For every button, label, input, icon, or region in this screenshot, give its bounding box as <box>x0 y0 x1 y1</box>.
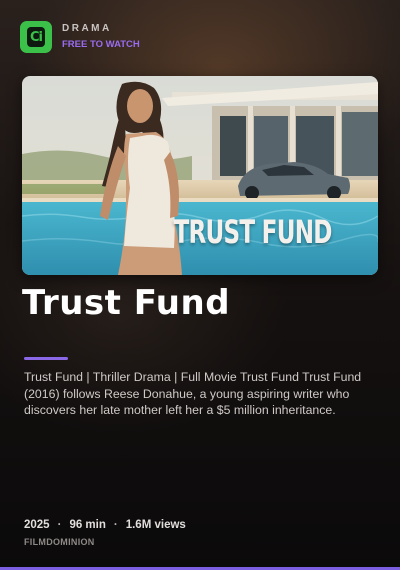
release-year: 2025 <box>24 519 50 531</box>
meta-separator: · <box>57 519 62 531</box>
video-card[interactable]: Ci DRAMA FREE TO WATCH TRUST FUND Trust … <box>0 0 400 570</box>
card-header: Ci DRAMA FREE TO WATCH <box>20 20 140 54</box>
video-thumbnail[interactable]: TRUST FUND <box>22 76 378 275</box>
duration: 96 min <box>69 519 106 531</box>
app-logo: Ci <box>20 21 52 53</box>
channel-name[interactable]: FILMDOMINION <box>24 537 95 547</box>
video-title[interactable]: Trust Fund <box>22 283 230 323</box>
video-description: Trust Fund | Thriller Drama | Full Movie… <box>24 370 362 417</box>
category-label: DRAMA <box>62 22 112 34</box>
view-count: 1.6M views <box>125 519 186 531</box>
video-meta: 2025 · 96 min · 1.6M views <box>24 519 186 531</box>
header-text: DRAMA FREE TO WATCH <box>62 23 140 52</box>
app-logo-mark: Ci <box>27 27 45 47</box>
accent-divider <box>24 357 68 360</box>
free-badge: FREE TO WATCH <box>62 38 140 50</box>
thumbnail-overlay-title: TRUST FUND <box>173 213 333 251</box>
meta-separator: · <box>113 519 118 531</box>
